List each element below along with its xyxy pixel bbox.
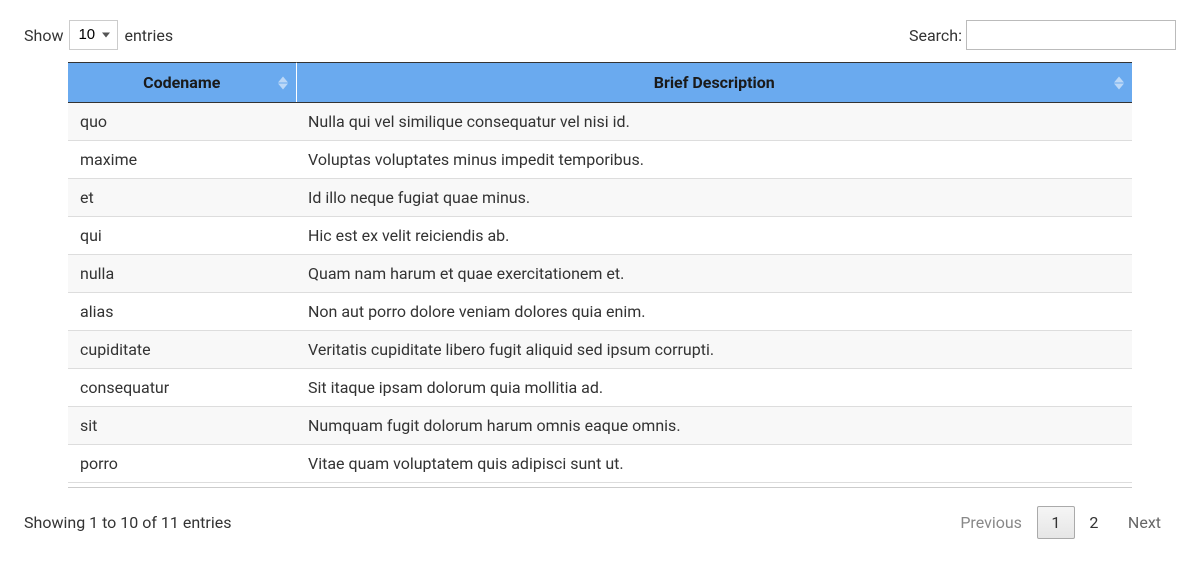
length-control: Show 10 entries — [24, 20, 173, 50]
cell-codename: et — [68, 179, 296, 217]
table-row: porroVitae quam voluptatem quis adipisci… — [68, 445, 1132, 483]
cell-codename: qui — [68, 217, 296, 255]
previous-button[interactable]: Previous — [945, 506, 1037, 539]
table-row: etId illo neque fugiat quae minus. — [68, 179, 1132, 217]
length-select[interactable]: 10 — [69, 20, 118, 50]
cell-codename: cupiditate — [68, 331, 296, 369]
length-suffix: entries — [124, 26, 173, 45]
table-row: maximeVoluptas voluptates minus impedit … — [68, 141, 1132, 179]
info-text: Showing 1 to 10 of 11 entries — [24, 513, 231, 532]
cell-description: Id illo neque fugiat quae minus. — [296, 179, 1132, 217]
search-control: Search: — [909, 20, 1176, 50]
cell-description: Numquam fugit dolorum harum omnis eaque … — [296, 407, 1132, 445]
sort-icon — [1114, 76, 1124, 89]
cell-description: Nulla qui vel similique consequatur vel … — [296, 103, 1132, 141]
column-header-description[interactable]: Brief Description — [296, 63, 1132, 103]
data-table: Codename Brief Description quoNulla qui … — [68, 62, 1132, 483]
table-row: quoNulla qui vel similique consequatur v… — [68, 103, 1132, 141]
cell-description: Hic est ex velit reiciendis ab. — [296, 217, 1132, 255]
cell-description: Veritatis cupiditate libero fugit aliqui… — [296, 331, 1132, 369]
next-button[interactable]: Next — [1113, 506, 1176, 539]
cell-description: Vitae quam voluptatem quis adipisci sunt… — [296, 445, 1132, 483]
cell-description: Voluptas voluptates minus impedit tempor… — [296, 141, 1132, 179]
cell-codename: alias — [68, 293, 296, 331]
cell-description: Quam nam harum et quae exercitationem et… — [296, 255, 1132, 293]
table-row: quiHic est ex velit reiciendis ab. — [68, 217, 1132, 255]
cell-codename: maxime — [68, 141, 296, 179]
pagination: Previous 12 Next — [945, 506, 1176, 539]
cell-codename: quo — [68, 103, 296, 141]
table-row: sitNumquam fugit dolorum harum omnis eaq… — [68, 407, 1132, 445]
cell-codename: consequatur — [68, 369, 296, 407]
cell-description: Non aut porro dolore veniam dolores quia… — [296, 293, 1132, 331]
cell-codename: porro — [68, 445, 296, 483]
cell-codename: sit — [68, 407, 296, 445]
page-button-1[interactable]: 1 — [1037, 506, 1075, 539]
table-row: nullaQuam nam harum et quae exercitation… — [68, 255, 1132, 293]
search-label: Search: — [909, 26, 962, 45]
search-input[interactable] — [966, 20, 1176, 50]
table-row: consequaturSit itaque ipsam dolorum quia… — [68, 369, 1132, 407]
table-row: cupiditateVeritatis cupiditate libero fu… — [68, 331, 1132, 369]
cell-codename: nulla — [68, 255, 296, 293]
page-button-2[interactable]: 2 — [1075, 506, 1113, 539]
column-header-codename[interactable]: Codename — [68, 63, 296, 103]
table-row: aliasNon aut porro dolore veniam dolores… — [68, 293, 1132, 331]
cell-description: Sit itaque ipsam dolorum quia mollitia a… — [296, 369, 1132, 407]
length-prefix: Show — [24, 26, 63, 45]
sort-icon — [278, 76, 288, 89]
table-header-row: Codename Brief Description — [68, 63, 1132, 103]
